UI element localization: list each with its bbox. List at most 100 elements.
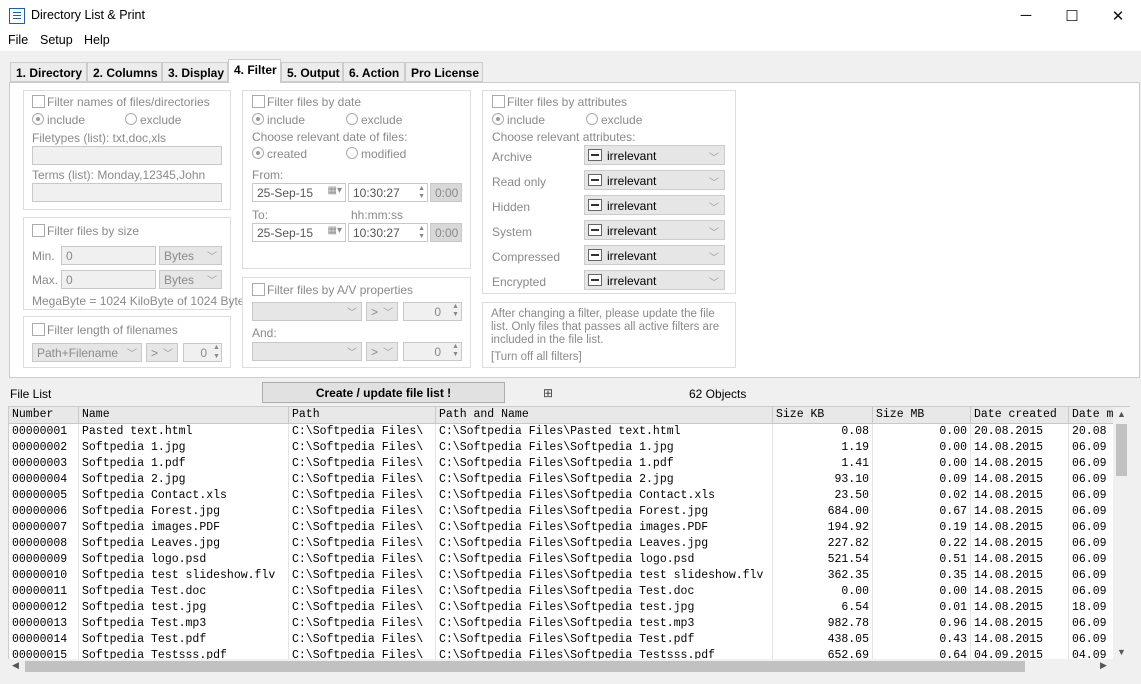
table-cell[interactable]: 00000001	[9, 424, 79, 440]
names-filter-checkbox[interactable]	[32, 95, 45, 108]
attr-select-archive[interactable]: irrelevant ﹀	[584, 145, 725, 165]
table-cell[interactable]: C:\Softpedia Files\	[289, 536, 436, 552]
turn-off-filters-link[interactable]: [Turn off all filters]	[491, 351, 582, 363]
table-cell[interactable]: C:\Softpedia Files\Softpedia 1.jpg	[436, 440, 773, 456]
table-cell[interactable]: 00000002	[9, 440, 79, 456]
from-date-picker[interactable]: 25-Sep-15 ▦▾	[252, 183, 346, 202]
min-unit-select[interactable]: Bytes ﹀	[159, 246, 222, 265]
table-cell[interactable]: Softpedia Forest.jpg	[79, 504, 289, 520]
av-op-select-1[interactable]: > ﹀	[366, 302, 398, 321]
tab-columns[interactable]: 2. Columns	[87, 62, 162, 82]
table-cell[interactable]: 0.00	[873, 456, 971, 472]
table-cell[interactable]: C:\Softpedia Files\Softpedia test.jpg	[436, 600, 773, 616]
table-cell[interactable]: C:\Softpedia Files\	[289, 488, 436, 504]
table-cell[interactable]: 521.54	[773, 552, 873, 568]
tab-directory[interactable]: 1. Directory	[10, 62, 87, 82]
attr-exclude-radio[interactable]	[586, 113, 598, 125]
table-cell[interactable]: 00000011	[9, 584, 79, 600]
table-cell[interactable]: Softpedia test slideshow.flv	[79, 568, 289, 584]
scroll-thumb[interactable]	[1116, 424, 1127, 476]
max-size-input[interactable]: 0	[61, 270, 156, 289]
table-cell[interactable]: 00000004	[9, 472, 79, 488]
scroll-left-icon[interactable]: ◀	[12, 660, 19, 671]
table-cell[interactable]: C:\Softpedia Files\	[289, 424, 436, 440]
table-cell[interactable]: 982.78	[773, 616, 873, 632]
av-filter-checkbox[interactable]	[252, 283, 265, 296]
table-cell[interactable]: 0.08	[773, 424, 873, 440]
table-cell[interactable]: 0.00	[773, 584, 873, 600]
date-filter-checkbox[interactable]	[252, 95, 265, 108]
table-cell[interactable]: C:\Softpedia Files\	[289, 600, 436, 616]
table-cell[interactable]: 0.51	[873, 552, 971, 568]
table-cell[interactable]: Softpedia Leaves.jpg	[79, 536, 289, 552]
minimize-button[interactable]: ─	[1003, 0, 1049, 31]
table-cell[interactable]: 14.08.2015	[971, 584, 1069, 600]
attr-select-compressed[interactable]: irrelevant ﹀	[584, 245, 725, 265]
table-cell[interactable]: 14.08.2015	[971, 440, 1069, 456]
column-header[interactable]: Number	[9, 407, 79, 424]
table-cell[interactable]: 0.96	[873, 616, 971, 632]
table-cell[interactable]: Softpedia 1.pdf	[79, 456, 289, 472]
table-cell[interactable]: 0.01	[873, 600, 971, 616]
table-cell[interactable]: 0.19	[873, 520, 971, 536]
table-cell[interactable]: C:\Softpedia Files\Softpedia Forest.jpg	[436, 504, 773, 520]
table-cell[interactable]: 0.35	[873, 568, 971, 584]
names-exclude-radio[interactable]	[125, 113, 137, 125]
table-cell[interactable]: 227.82	[773, 536, 873, 552]
hscroll-thumb[interactable]	[25, 661, 1025, 672]
column-header[interactable]: Size MB	[873, 407, 971, 424]
av-op-select-2[interactable]: > ﹀	[366, 342, 398, 361]
table-cell[interactable]: C:\Softpedia Files\	[289, 552, 436, 568]
column-header[interactable]: Name	[79, 407, 289, 424]
names-include-radio[interactable]	[32, 113, 44, 125]
table-cell[interactable]: 00000014	[9, 632, 79, 648]
table-cell[interactable]: 0.22	[873, 536, 971, 552]
table-cell[interactable]: 1.19	[773, 440, 873, 456]
table-cell[interactable]: 684.00	[773, 504, 873, 520]
modified-radio[interactable]	[346, 147, 358, 159]
created-radio[interactable]	[252, 147, 264, 159]
attr-select-system[interactable]: irrelevant ﹀	[584, 220, 725, 240]
length-op-select[interactable]: > ﹀	[146, 343, 178, 362]
table-cell[interactable]: 00000010	[9, 568, 79, 584]
table-cell[interactable]: 00000007	[9, 520, 79, 536]
table-cell[interactable]: C:\Softpedia Files\Softpedia logo.psd	[436, 552, 773, 568]
table-cell[interactable]: 0.02	[873, 488, 971, 504]
table-cell[interactable]: C:\Softpedia Files\	[289, 584, 436, 600]
filetypes-input[interactable]	[32, 146, 222, 165]
tree-view-icon[interactable]: ⊞	[543, 386, 553, 400]
table-cell[interactable]: 00000005	[9, 488, 79, 504]
table-cell[interactable]: 0.00	[873, 440, 971, 456]
spin-arrows-icon[interactable]: ▲ ▼	[452, 303, 459, 319]
spin-arrows-icon[interactable]: ▲ ▼	[418, 185, 425, 201]
table-cell[interactable]: 14.08.2015	[971, 456, 1069, 472]
table-cell[interactable]: 14.08.2015	[971, 616, 1069, 632]
table-cell[interactable]: 14.08.2015	[971, 504, 1069, 520]
maximize-button[interactable]: ☐	[1049, 0, 1095, 31]
table-cell[interactable]: 14.08.2015	[971, 472, 1069, 488]
table-cell[interactable]: 14.08.2015	[971, 632, 1069, 648]
table-cell[interactable]: Softpedia Test.mp3	[79, 616, 289, 632]
table-cell[interactable]: 0.67	[873, 504, 971, 520]
table-cell[interactable]: C:\Softpedia Files\	[289, 632, 436, 648]
tab-filter[interactable]: 4. Filter	[228, 59, 281, 83]
table-cell[interactable]: 14.08.2015	[971, 552, 1069, 568]
table-cell[interactable]: 93.10	[773, 472, 873, 488]
table-cell[interactable]: Softpedia 1.jpg	[79, 440, 289, 456]
table-cell[interactable]: 194.92	[773, 520, 873, 536]
table-cell[interactable]: 20.08.2015	[971, 424, 1069, 440]
table-cell[interactable]: 0.00	[873, 424, 971, 440]
table-cell[interactable]: C:\Softpedia Files\	[289, 616, 436, 632]
terms-input[interactable]	[32, 183, 222, 202]
table-cell[interactable]: C:\Softpedia Files\	[289, 568, 436, 584]
to-date-picker[interactable]: 25-Sep-15 ▦▾	[252, 223, 346, 242]
table-cell[interactable]: C:\Softpedia Files\Softpedia 2.jpg	[436, 472, 773, 488]
table-cell[interactable]: 14.08.2015	[971, 600, 1069, 616]
max-unit-select[interactable]: Bytes ﹀	[159, 270, 222, 289]
table-cell[interactable]: 14.08.2015	[971, 520, 1069, 536]
table-cell[interactable]: 00000006	[9, 504, 79, 520]
table-cell[interactable]: 23.50	[773, 488, 873, 504]
spin-arrows-icon[interactable]: ▲ ▼	[418, 225, 425, 241]
tab-display[interactable]: 3. Display	[162, 62, 228, 82]
vertical-scrollbar[interactable]: ▲ ▼	[1113, 407, 1130, 662]
